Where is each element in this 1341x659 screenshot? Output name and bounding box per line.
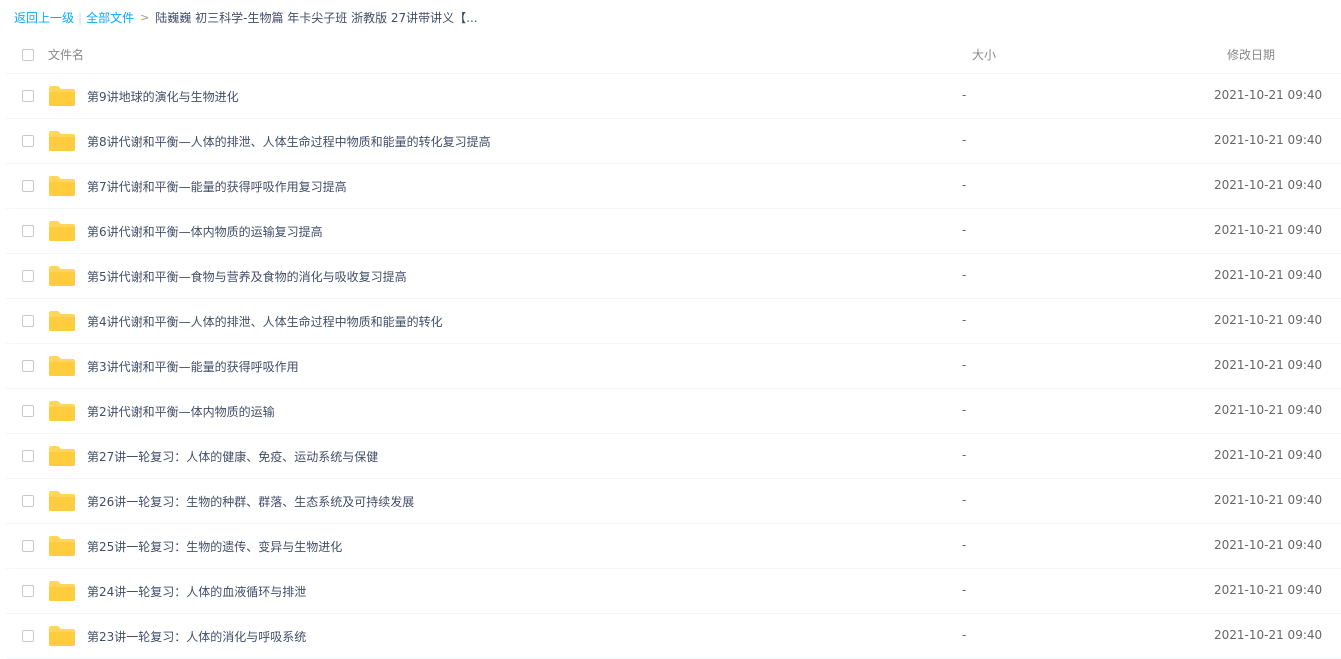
folder-icon [49, 311, 75, 331]
file-name[interactable]: 第7讲代谢和平衡—能量的获得呼吸作用复习提高 [87, 178, 347, 195]
folder-icon [49, 581, 75, 601]
file-row[interactable]: 第2讲代谢和平衡—体内物质的运输 - 2021-10-21 09:40 [6, 389, 1341, 434]
row-checkbox[interactable] [22, 405, 34, 417]
row-checkbox[interactable] [22, 270, 34, 282]
file-modified-date: 2021-10-21 09:40 [1214, 313, 1323, 327]
file-row[interactable]: 第25讲一轮复习：生物的遗传、变异与生物进化 - 2021-10-21 09:4… [6, 524, 1341, 569]
file-size: - [962, 628, 967, 642]
folder-icon [49, 491, 75, 511]
file-modified-date: 2021-10-21 09:40 [1214, 628, 1323, 642]
file-size: - [962, 403, 967, 417]
folder-icon [49, 536, 75, 556]
file-row[interactable]: 第8讲代谢和平衡—人体的排泄、人体生命过程中物质和能量的转化复习提高 - 202… [6, 119, 1341, 164]
file-row[interactable]: 第9讲地球的演化与生物进化 - 2021-10-21 09:40 [6, 74, 1341, 119]
file-row[interactable]: 第7讲代谢和平衡—能量的获得呼吸作用复习提高 - 2021-10-21 09:4… [6, 164, 1341, 209]
row-checkbox[interactable] [22, 585, 34, 597]
file-modified-date: 2021-10-21 09:40 [1214, 538, 1323, 552]
file-modified-date: 2021-10-21 09:40 [1214, 268, 1323, 282]
row-checkbox[interactable] [22, 450, 34, 462]
file-name[interactable]: 第6讲代谢和平衡—体内物质的运输复习提高 [87, 223, 323, 240]
folder-icon [49, 86, 75, 106]
file-size: - [962, 178, 967, 192]
file-row[interactable]: 第4讲代谢和平衡—人体的排泄、人体生命过程中物质和能量的转化 - 2021-10… [6, 299, 1341, 344]
row-checkbox[interactable] [22, 135, 34, 147]
file-row[interactable]: 第27讲一轮复习：人体的健康、免疫、运动系统与保健 - 2021-10-21 0… [6, 434, 1341, 479]
file-name[interactable]: 第27讲一轮复习：人体的健康、免疫、运动系统与保健 [87, 448, 378, 465]
folder-icon [49, 626, 75, 646]
name-column-header[interactable]: 文件名 [48, 46, 84, 63]
file-name[interactable]: 第8讲代谢和平衡—人体的排泄、人体生命过程中物质和能量的转化复习提高 [87, 133, 491, 150]
row-checkbox[interactable] [22, 360, 34, 372]
file-modified-date: 2021-10-21 09:40 [1214, 493, 1323, 507]
date-column-header[interactable]: 修改日期 [1227, 46, 1275, 63]
file-name[interactable]: 第23讲一轮复习：人体的消化与呼吸系统 [87, 628, 306, 645]
file-row[interactable]: 第26讲一轮复习：生物的种群、群落、生态系统及可持续发展 - 2021-10-2… [6, 479, 1341, 524]
file-size: - [962, 133, 967, 147]
row-checkbox[interactable] [22, 540, 34, 552]
file-modified-date: 2021-10-21 09:40 [1214, 178, 1323, 192]
row-checkbox[interactable] [22, 225, 34, 237]
row-checkbox[interactable] [22, 90, 34, 102]
folder-icon [49, 446, 75, 466]
file-rows: 第9讲地球的演化与生物进化 - 2021-10-21 09:40 第8讲代谢和平… [6, 74, 1341, 659]
file-name[interactable]: 第2讲代谢和平衡—体内物质的运输 [87, 403, 275, 420]
file-size: - [962, 493, 967, 507]
file-modified-date: 2021-10-21 09:40 [1214, 403, 1323, 417]
file-row[interactable]: 第6讲代谢和平衡—体内物质的运输复习提高 - 2021-10-21 09:40 [6, 209, 1341, 254]
folder-icon [49, 131, 75, 151]
file-size: - [962, 88, 967, 102]
file-name[interactable]: 第25讲一轮复习：生物的遗传、变异与生物进化 [87, 538, 342, 555]
breadcrumb-arrow-icon: > [140, 11, 150, 24]
file-size: - [962, 313, 967, 327]
file-size: - [962, 358, 967, 372]
file-size: - [962, 268, 967, 282]
folder-icon [49, 176, 75, 196]
folder-icon [49, 356, 75, 376]
row-checkbox[interactable] [22, 180, 34, 192]
size-column-header[interactable]: 大小 [972, 46, 996, 63]
file-name[interactable]: 第9讲地球的演化与生物进化 [87, 88, 239, 105]
file-modified-date: 2021-10-21 09:40 [1214, 133, 1323, 147]
file-name[interactable]: 第3讲代谢和平衡—能量的获得呼吸作用 [87, 358, 299, 375]
back-link[interactable]: 返回上一级 [14, 9, 74, 27]
file-name[interactable]: 第5讲代谢和平衡—食物与营养及食物的消化与吸收复习提高 [87, 268, 407, 285]
breadcrumb: 返回上一级 | 全部文件 > 陆巍巍 初三科学-生物篇 年卡尖子班 浙教版 27… [14, 9, 478, 27]
folder-icon [49, 401, 75, 421]
file-size: - [962, 223, 967, 237]
folder-icon [49, 266, 75, 286]
file-row[interactable]: 第3讲代谢和平衡—能量的获得呼吸作用 - 2021-10-21 09:40 [6, 344, 1341, 389]
file-modified-date: 2021-10-21 09:40 [1214, 358, 1323, 372]
file-name[interactable]: 第24讲一轮复习：人体的血液循环与排泄 [87, 583, 306, 600]
select-all-checkbox[interactable] [22, 49, 34, 61]
file-list-header: 文件名 大小 修改日期 [6, 32, 1341, 74]
file-modified-date: 2021-10-21 09:40 [1214, 88, 1323, 102]
file-size: - [962, 538, 967, 552]
all-files-link[interactable]: 全部文件 [86, 9, 134, 27]
file-modified-date: 2021-10-21 09:40 [1214, 448, 1323, 462]
folder-icon [49, 221, 75, 241]
file-size: - [962, 583, 967, 597]
breadcrumb-current: 陆巍巍 初三科学-生物篇 年卡尖子班 浙教版 27讲带讲义【... [155, 11, 478, 25]
file-row[interactable]: 第5讲代谢和平衡—食物与营养及食物的消化与吸收复习提高 - 2021-10-21… [6, 254, 1341, 299]
row-checkbox[interactable] [22, 630, 34, 642]
breadcrumb-separator: | [78, 11, 83, 25]
file-row[interactable]: 第24讲一轮复习：人体的血液循环与排泄 - 2021-10-21 09:40 [6, 569, 1341, 614]
row-checkbox[interactable] [22, 495, 34, 507]
file-list: 文件名 大小 修改日期 第9讲地球的演化与生物进化 - 2021-10-21 0… [6, 32, 1341, 659]
file-size: - [962, 448, 967, 462]
row-checkbox[interactable] [22, 315, 34, 327]
file-modified-date: 2021-10-21 09:40 [1214, 223, 1323, 237]
file-name[interactable]: 第26讲一轮复习：生物的种群、群落、生态系统及可持续发展 [87, 493, 414, 510]
file-modified-date: 2021-10-21 09:40 [1214, 583, 1323, 597]
file-name[interactable]: 第4讲代谢和平衡—人体的排泄、人体生命过程中物质和能量的转化 [87, 313, 443, 330]
file-row[interactable]: 第23讲一轮复习：人体的消化与呼吸系统 - 2021-10-21 09:40 [6, 614, 1341, 659]
